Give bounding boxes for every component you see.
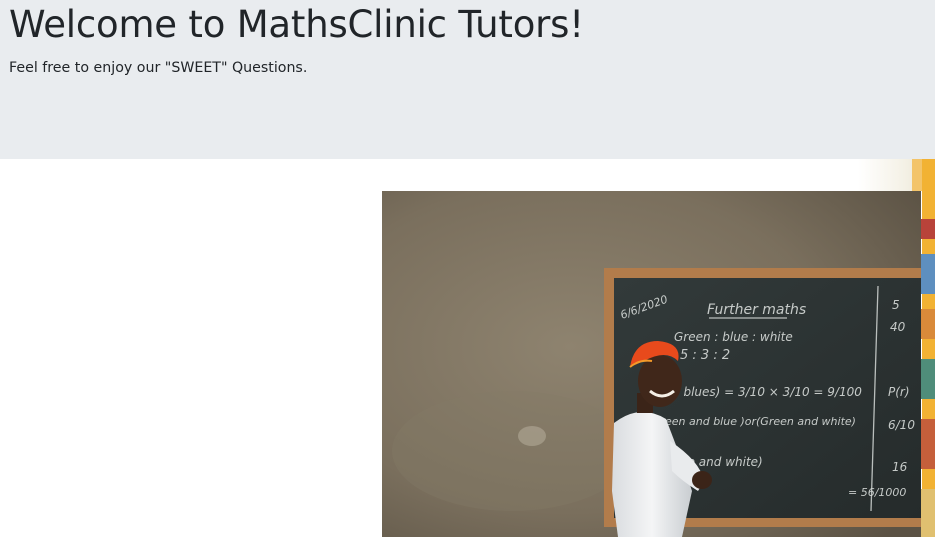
board-line-4: een and blue )or(Green and white) [665,415,856,428]
jumbotron-header: Welcome to MathsClinic Tutors! Feel free… [0,0,935,159]
board-line-2: 5 : 3 : 2 [680,348,730,363]
board-side-3: P(r) [888,385,910,399]
board-side-1: 5 [892,298,900,312]
board-side-5: 16 [892,460,908,474]
board-side-4: 6/10 [888,418,915,432]
board-side-2: 40 [890,320,906,334]
board-heading: Further maths [707,302,806,318]
board-side-6: = 56/1000 [848,486,906,499]
hero-photo: 6/6/2020 Further maths Green : blue : wh… [382,191,921,537]
board-line-1: Green : blue : white [674,330,793,344]
board-line-3: 2 blues) = 3/10 × 3/10 = 9/100 [672,385,862,399]
page-subtitle: Feel free to enjoy our "SWEET" Questions… [9,60,308,76]
page-title: Welcome to MathsClinic Tutors! [9,3,584,46]
